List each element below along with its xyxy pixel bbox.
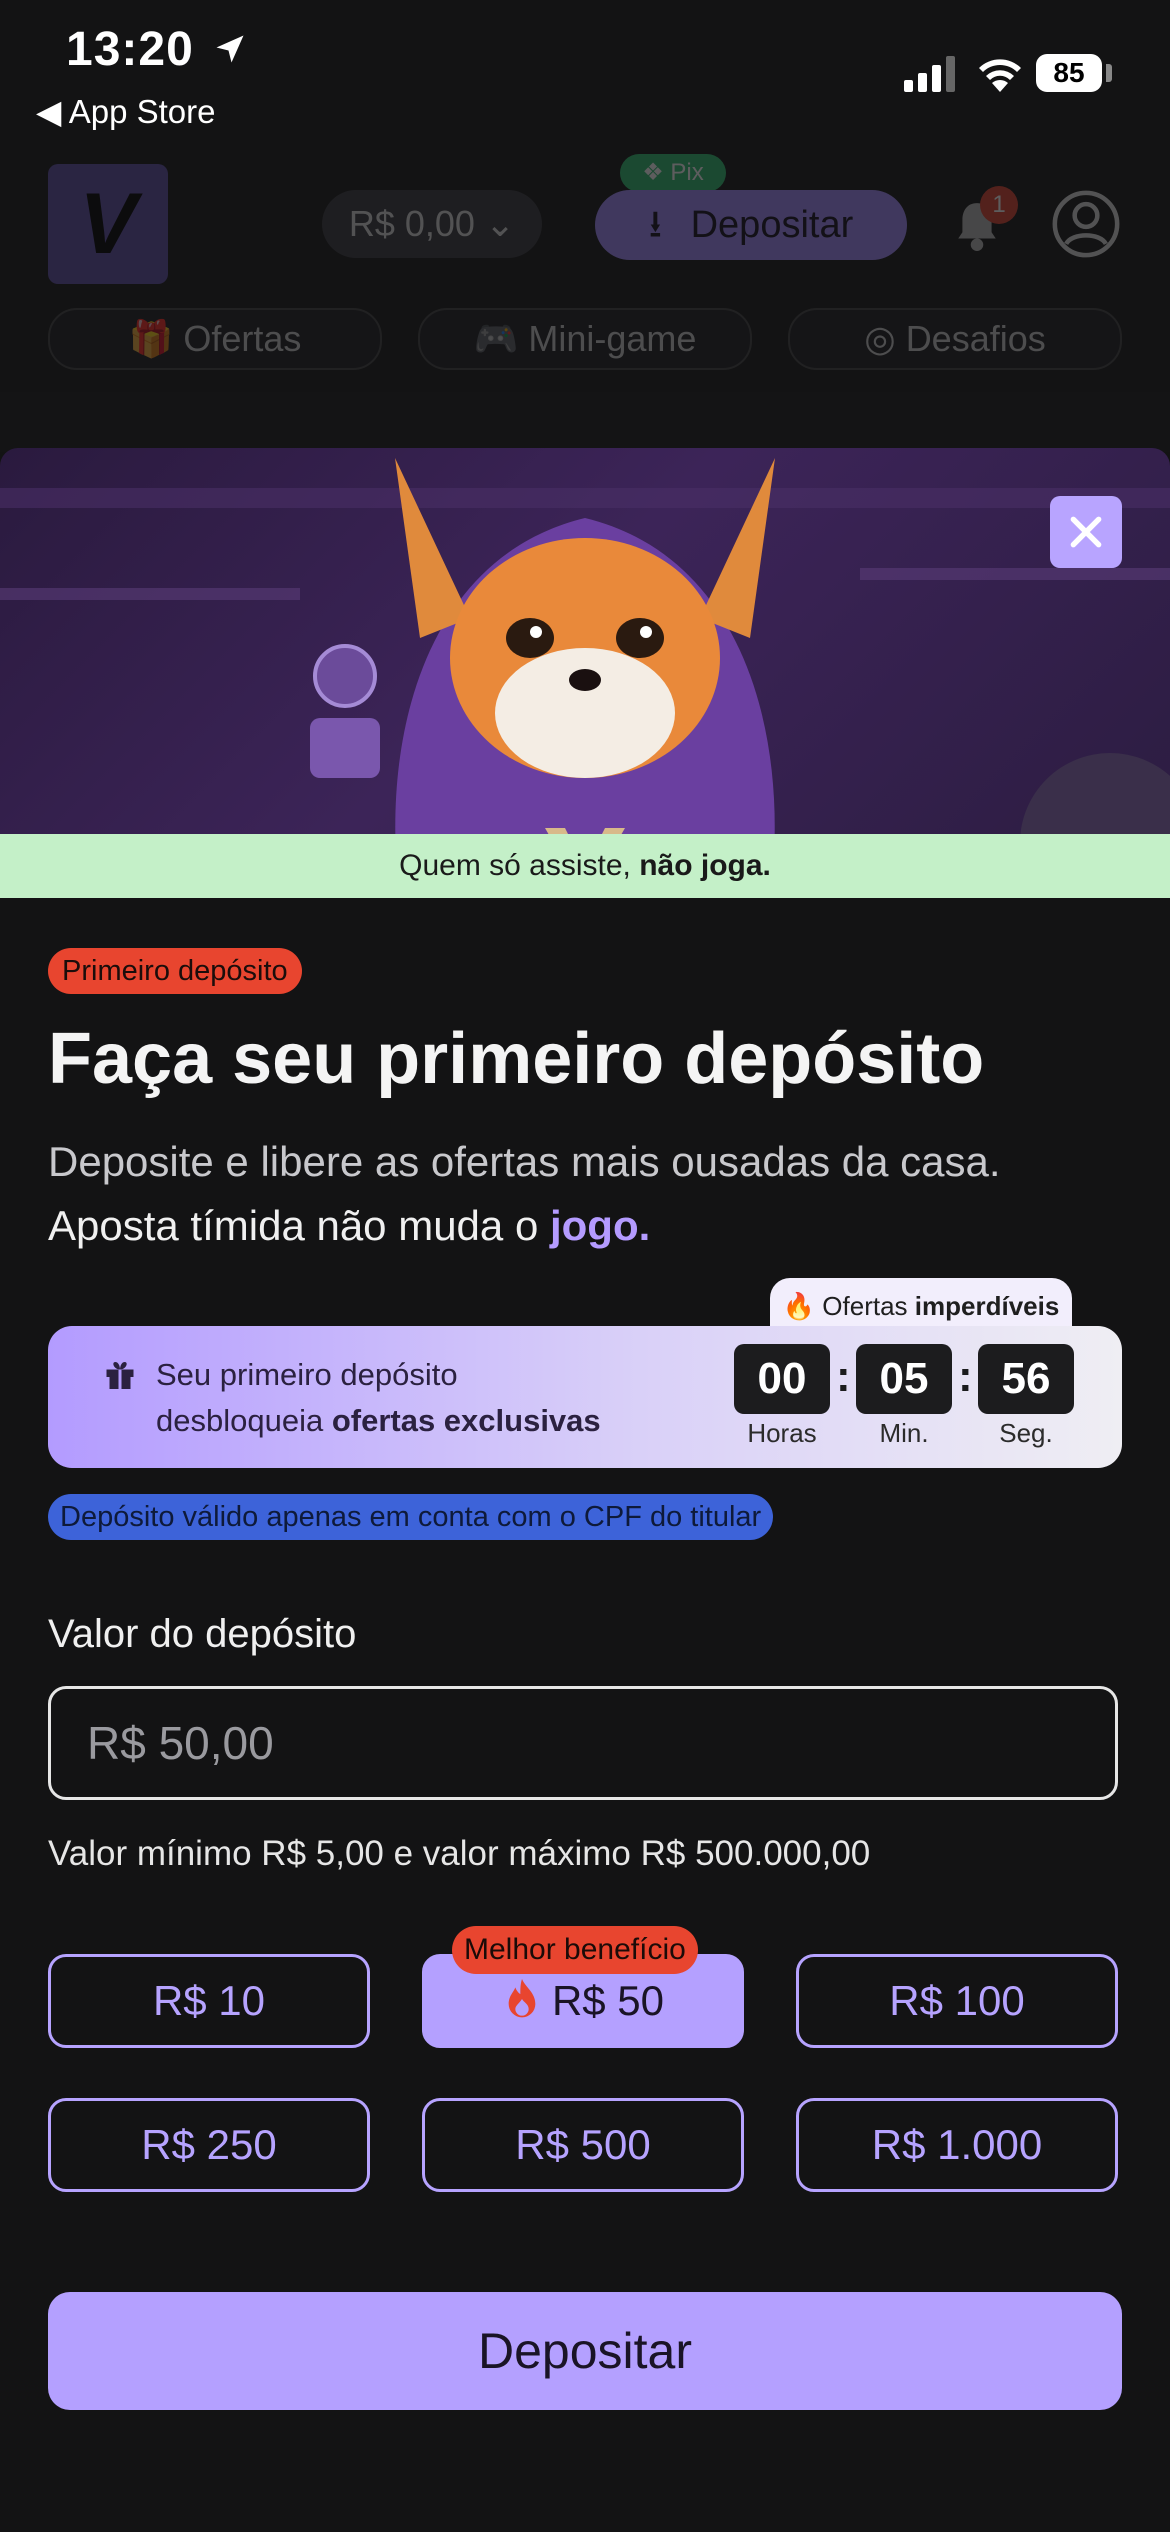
promo-banner (0, 448, 1170, 898)
background-promo-strip (0, 392, 1170, 452)
timer-seconds: 56 (978, 1344, 1074, 1414)
status-time: 13:20 (66, 22, 248, 77)
header-deposit-label: Depositar (690, 204, 854, 246)
banner-tagline: Quem só assiste, não joga. (0, 834, 1170, 898)
modal-subtitle: Deposite e libere as ofertas mais ousada… (48, 1130, 1128, 1258)
subtitle-line-1: Deposite e libere as ofertas mais ousada… (48, 1138, 1001, 1185)
amount-option-100[interactable]: R$ 100 (796, 1954, 1118, 2048)
nav-pill-label: Ofertas (183, 318, 302, 359)
first-deposit-badge: Primeiro depósito (48, 948, 302, 994)
timer-seconds-label: Seg. (999, 1418, 1053, 1448)
balance-dropdown[interactable]: R$ 0,00 ⌄ (322, 190, 542, 258)
subtitle-accent: jogo. (549, 1202, 651, 1249)
amount-option-10[interactable]: R$ 10 (48, 1954, 370, 2048)
pix-badge: ❖ Pix (620, 154, 726, 192)
deposit-limits-text: Valor mínimo R$ 5,00 e valor máximo R$ 5… (48, 1834, 871, 1873)
close-icon (1070, 516, 1102, 548)
close-modal-button[interactable] (1050, 496, 1122, 568)
download-icon: ⭳ (648, 204, 663, 246)
fire-icon (508, 1979, 536, 2018)
offers-tab-bold: imperdíveis (914, 1291, 1060, 1321)
user-profile-icon[interactable] (1052, 190, 1120, 258)
amount-option-label: R$ 50 (551, 1977, 665, 2024)
app-logo[interactable]: V (48, 164, 168, 284)
subtitle-line-2-text: Aposta tímida não muda o (48, 1202, 550, 1249)
offer-line-2: desbloqueia ofertas exclusivas (156, 1398, 601, 1444)
timer-separator: : (958, 1352, 973, 1401)
fire-icon: 🔥 (782, 1291, 816, 1321)
fox-mascot-illustration (0, 458, 1170, 898)
app-store-back-link[interactable]: ◀ App Store (36, 92, 216, 131)
target-icon: ◎ (864, 318, 896, 359)
pix-label: Pix (670, 159, 704, 186)
tagline-bold: não joga. (639, 849, 771, 882)
battery-indicator: 85 (1036, 54, 1102, 92)
notification-count-badge: 1 (980, 186, 1018, 224)
pix-icon: ❖ (642, 159, 664, 186)
cpf-notice-badge: Depósito válido apenas em conta com o CP… (48, 1494, 774, 1540)
timer-hours: 00 (734, 1344, 830, 1414)
cellular-signal-icon (904, 56, 955, 92)
nav-pill-label: Mini-game (528, 318, 697, 359)
offer-line-2-text: desbloqueia (156, 1403, 332, 1438)
gift-icon: 🎁 (128, 318, 174, 359)
modal-title: Faça seu primeiro depósito (48, 1019, 985, 1099)
amount-option-500[interactable]: R$ 500 (422, 2098, 744, 2192)
amount-option-250[interactable]: R$ 250 (48, 2098, 370, 2192)
location-arrow-icon (216, 35, 244, 63)
header-deposit-button[interactable]: ⭳ Depositar (595, 190, 907, 260)
battery-tip (1106, 64, 1112, 82)
nav-pill-ofertas[interactable]: 🎁 Ofertas (48, 308, 382, 370)
deposit-submit-button[interactable]: Depositar (48, 2292, 1122, 2410)
gift-icon (106, 1362, 134, 1389)
amount-option-1000[interactable]: R$ 1.000 (796, 2098, 1118, 2192)
timer-hours-label: Horas (747, 1418, 817, 1448)
tagline-text: Quem só assiste, (399, 849, 640, 882)
nav-pill-label: Desafios (905, 318, 1046, 359)
timer-separator: : (836, 1352, 851, 1401)
logo-letter: V (79, 175, 137, 272)
wifi-icon (979, 59, 1021, 92)
subtitle-line-2: Aposta tímida não muda o jogo. (48, 1194, 1128, 1258)
deposit-amount-input[interactable] (48, 1686, 1118, 1800)
balance-value: R$ 0,00 (348, 203, 475, 244)
timer-minutes-label: Min. (879, 1418, 929, 1448)
best-benefit-badge: Melhor benefício (452, 1926, 698, 1974)
gamepad-icon: 🎮 (473, 318, 519, 359)
timer-minutes: 05 (856, 1344, 952, 1414)
offer-line-1: Seu primeiro depósito (156, 1357, 458, 1392)
nav-pill-desafios[interactable]: ◎ Desafios (788, 308, 1122, 370)
offer-description: Seu primeiro depósito desbloqueia oferta… (156, 1352, 601, 1444)
offers-tab-text: Ofertas (822, 1291, 915, 1321)
chevron-down-icon: ⌄ (484, 203, 516, 244)
offer-line-2-bold: ofertas exclusivas (331, 1403, 601, 1438)
deposit-amount-label: Valor do depósito (48, 1612, 357, 1656)
nav-pill-mini-game[interactable]: 🎮 Mini-game (418, 308, 752, 370)
